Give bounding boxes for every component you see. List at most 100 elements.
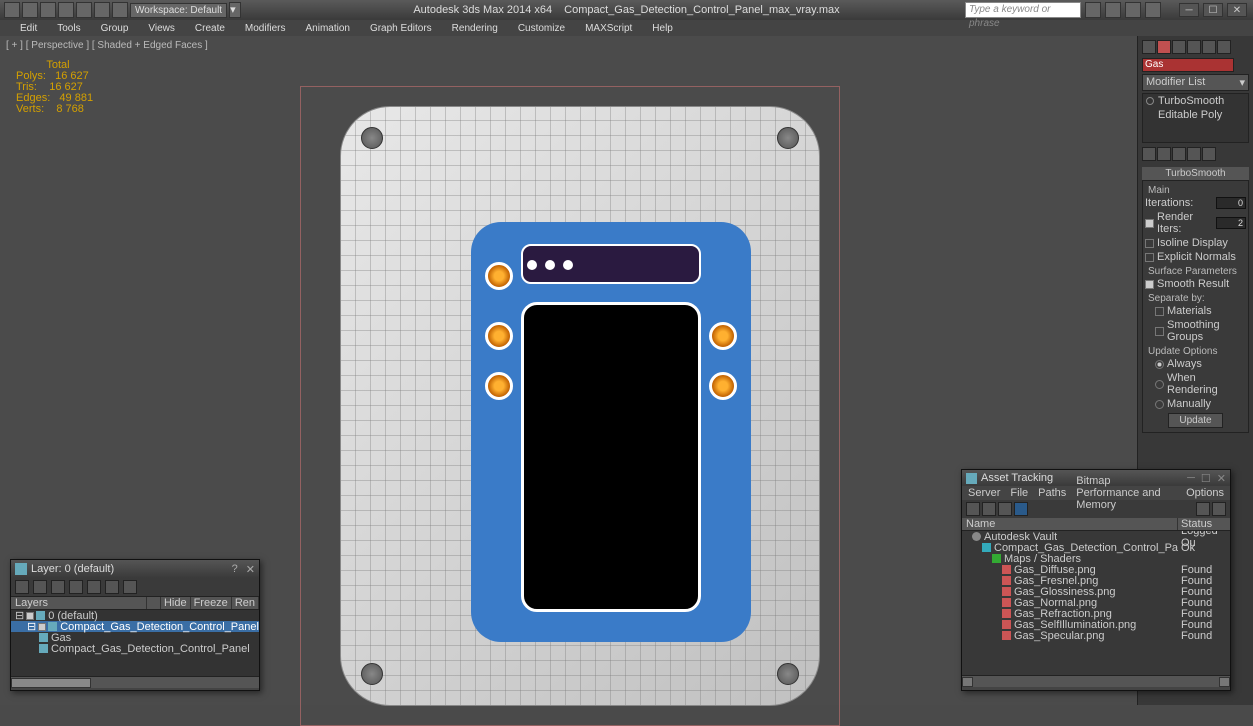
render-iters-spinner[interactable]: 2 xyxy=(1216,217,1246,229)
maximize-button[interactable]: ☐ xyxy=(1203,3,1223,17)
tab-display-icon[interactable] xyxy=(1202,40,1216,54)
render-iters-checkbox[interactable] xyxy=(1145,219,1154,228)
menu-modifiers[interactable]: Modifiers xyxy=(235,21,296,36)
asset-highlight-icon[interactable] xyxy=(1014,502,1028,516)
isoline-checkbox[interactable] xyxy=(1145,239,1154,248)
rollout-turbosmooth-header[interactable]: TurboSmooth xyxy=(1142,167,1249,180)
menu-group[interactable]: Group xyxy=(91,21,139,36)
scroll-left-icon[interactable] xyxy=(962,677,973,687)
asset-menu-bitmap[interactable]: Bitmap Performance and Memory xyxy=(1076,475,1176,511)
add-to-layer-icon[interactable] xyxy=(51,580,65,594)
visibility-toggle-icon[interactable] xyxy=(1146,97,1154,105)
layer-window-titlebar[interactable]: Layer: 0 (default) ?✕ xyxy=(11,560,259,578)
asset-menu-options[interactable]: Options xyxy=(1186,487,1224,499)
save-icon[interactable] xyxy=(58,2,74,18)
menu-create[interactable]: Create xyxy=(185,21,235,36)
tab-create-icon[interactable] xyxy=(1142,40,1156,54)
menu-animation[interactable]: Animation xyxy=(295,21,359,36)
smooth-result-checkbox[interactable] xyxy=(1145,280,1154,289)
undo-icon[interactable] xyxy=(76,2,92,18)
asset-tree-item[interactable]: Autodesk VaultLogged Ou xyxy=(962,531,1230,542)
asset-refresh-icon[interactable] xyxy=(966,502,980,516)
iterations-spinner[interactable]: 0 xyxy=(1216,197,1246,209)
asset-table-icon[interactable] xyxy=(998,502,1012,516)
smoothing-groups-checkbox[interactable] xyxy=(1155,327,1164,336)
modifier-stack[interactable]: TurboSmooth Editable Poly xyxy=(1142,93,1249,143)
tab-utilities-icon[interactable] xyxy=(1217,40,1231,54)
highlight-layer-icon[interactable] xyxy=(87,580,101,594)
col-render[interactable]: Ren xyxy=(232,597,259,609)
menu-maxscript[interactable]: MAXScript xyxy=(575,21,642,36)
asset-tree-item[interactable]: Gas_Refraction.pngFound xyxy=(962,608,1230,619)
tab-modify-icon[interactable] xyxy=(1157,40,1171,54)
asset-menu-server[interactable]: Server xyxy=(968,487,1000,499)
freeze-layer-icon[interactable] xyxy=(123,580,137,594)
asset-tree-item[interactable]: Compact_Gas_Detection_Control_Panel_max_… xyxy=(962,542,1230,553)
asset-tree-item[interactable]: Gas_Specular.pngFound xyxy=(962,630,1230,641)
object-name-input[interactable]: Gas xyxy=(1142,58,1234,72)
menu-tools[interactable]: Tools xyxy=(47,21,90,36)
col-hide[interactable]: Hide xyxy=(161,597,191,609)
layer-tree[interactable]: ⊟0 (default)⊟Compact_Gas_Detection_Contr… xyxy=(11,610,259,676)
layer-h-scrollbar[interactable] xyxy=(11,676,259,688)
menu-help[interactable]: Help xyxy=(642,21,683,36)
asset-tree-icon[interactable] xyxy=(982,502,996,516)
asset-tree-item[interactable]: Gas_SelfIllumination.pngFound xyxy=(962,619,1230,630)
stack-item-editable-poly[interactable]: Editable Poly xyxy=(1143,108,1248,122)
select-layer-icon[interactable] xyxy=(69,580,83,594)
modifier-list-dropdown[interactable]: Modifier List▾ xyxy=(1142,74,1249,91)
layer-tree-item[interactable]: Compact_Gas_Detection_Control_Panel xyxy=(11,643,259,654)
update-button[interactable]: Update xyxy=(1168,413,1222,428)
asset-tree-item[interactable]: Gas_Fresnel.pngFound xyxy=(962,575,1230,586)
redo-icon[interactable] xyxy=(94,2,110,18)
menu-edit[interactable]: Edit xyxy=(10,21,47,36)
help-search-input[interactable]: Type a keyword or phrase xyxy=(965,2,1081,18)
configure-sets-icon[interactable] xyxy=(1202,147,1216,161)
explicit-normals-checkbox[interactable] xyxy=(1145,253,1154,262)
tab-hierarchy-icon[interactable] xyxy=(1172,40,1186,54)
update-rendering-radio[interactable] xyxy=(1155,380,1164,389)
new-icon[interactable] xyxy=(22,2,38,18)
layer-close-button[interactable]: ✕ xyxy=(246,563,255,576)
asset-tree-item[interactable]: Gas_Glossiness.pngFound xyxy=(962,586,1230,597)
remove-modifier-icon[interactable] xyxy=(1187,147,1201,161)
asset-settings-icon[interactable] xyxy=(1196,502,1210,516)
asset-h-scrollbar[interactable] xyxy=(962,675,1230,687)
asset-menu-paths[interactable]: Paths xyxy=(1038,487,1066,499)
workspace-selector[interactable]: Workspace: Default xyxy=(130,3,227,18)
asset-tree-item[interactable]: Gas_Normal.pngFound xyxy=(962,597,1230,608)
update-manually-radio[interactable] xyxy=(1155,400,1164,409)
menu-views[interactable]: Views xyxy=(138,21,185,36)
favorites-icon[interactable] xyxy=(1125,2,1141,18)
asset-tree-item[interactable]: Gas_Diffuse.pngFound xyxy=(962,564,1230,575)
stack-item-turbosmooth[interactable]: TurboSmooth xyxy=(1143,94,1248,108)
materials-checkbox[interactable] xyxy=(1155,307,1164,316)
pin-stack-icon[interactable] xyxy=(1142,147,1156,161)
link-icon[interactable] xyxy=(112,2,128,18)
open-icon[interactable] xyxy=(40,2,56,18)
col-status[interactable]: Status xyxy=(1178,518,1230,530)
close-button[interactable]: ✕ xyxy=(1227,3,1247,17)
show-end-result-icon[interactable] xyxy=(1157,147,1171,161)
asset-tracking-window[interactable]: Asset Tracking ─☐✕ Server File Paths Bit… xyxy=(961,469,1231,691)
minimize-button[interactable]: ─ xyxy=(1179,3,1199,17)
asset-minimize-button[interactable]: ─ xyxy=(1187,472,1195,485)
asset-tree-item[interactable]: Maps / Shaders xyxy=(962,553,1230,564)
col-layers[interactable]: Layers xyxy=(11,597,147,609)
make-unique-icon[interactable] xyxy=(1172,147,1186,161)
comm-center-icon[interactable] xyxy=(1105,2,1121,18)
hide-layer-icon[interactable] xyxy=(105,580,119,594)
help-icon[interactable] xyxy=(1145,2,1161,18)
menu-rendering[interactable]: Rendering xyxy=(442,21,508,36)
delete-layer-icon[interactable] xyxy=(33,580,47,594)
workspace-dropdown-icon[interactable]: ▾ xyxy=(229,2,241,18)
update-always-radio[interactable] xyxy=(1155,360,1164,369)
layer-tree-item[interactable]: ⊟0 (default) xyxy=(11,610,259,621)
menu-graph-editors[interactable]: Graph Editors xyxy=(360,21,442,36)
asset-close-button[interactable]: ✕ xyxy=(1217,472,1226,485)
layer-tree-item[interactable]: ⊟Compact_Gas_Detection_Control_Panel xyxy=(11,621,259,632)
scroll-right-icon[interactable] xyxy=(1219,677,1230,687)
col-freeze[interactable]: Freeze xyxy=(191,597,232,609)
menu-customize[interactable]: Customize xyxy=(508,21,575,36)
new-layer-icon[interactable] xyxy=(15,580,29,594)
